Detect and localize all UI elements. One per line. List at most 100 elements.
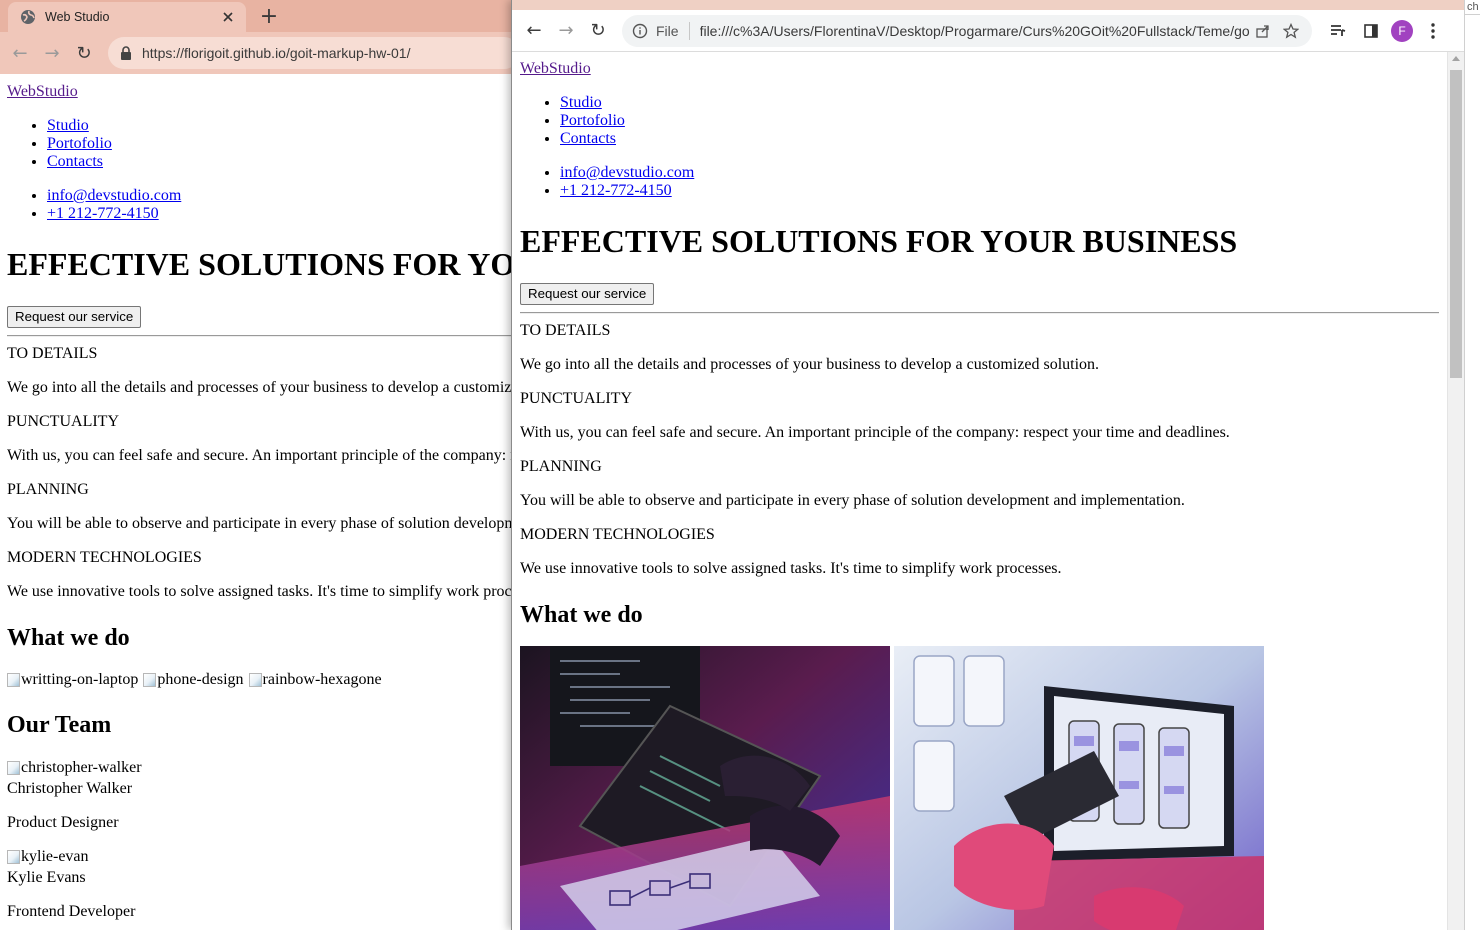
broken-image: christopher-walker	[7, 759, 142, 777]
profile-avatar[interactable]: F	[1391, 19, 1413, 42]
what-we-do-images: writting-on-laptop phone-design rainbow-…	[7, 671, 520, 689]
scroll-up-arrow-icon[interactable]	[1452, 56, 1460, 61]
broken-image-icon	[7, 673, 20, 687]
broken-image: rainbow-hexagone	[248, 671, 382, 689]
media-queue-icon[interactable]	[1326, 19, 1350, 43]
close-tab-icon[interactable]	[218, 7, 238, 27]
bookmark-star-icon[interactable]	[1276, 22, 1306, 39]
left-page-content: WebStudio Studio Portofolio Contacts inf…	[7, 83, 520, 930]
nav-link-studio[interactable]: Studio	[47, 117, 89, 134]
share-icon[interactable]	[1250, 23, 1276, 39]
edge-label: ch	[1467, 1, 1479, 13]
nav-item: Portofolio	[47, 135, 520, 153]
contact-item: info@devstudio.com	[560, 164, 1440, 182]
scrollbar-thumb[interactable]	[1450, 70, 1462, 378]
nav-link-studio[interactable]: Studio	[560, 94, 602, 111]
section-divider	[520, 312, 1439, 314]
member-name: Christopher Walker	[7, 780, 133, 797]
team-member: christopher-walker Christopher Walker Pr…	[7, 759, 520, 832]
nav-item: Studio	[560, 94, 1440, 112]
feature-title: PLANNING	[7, 481, 89, 498]
email-link[interactable]: info@devstudio.com	[560, 164, 694, 181]
member-role: Frontend Developer	[7, 903, 136, 920]
phone-link[interactable]: +1 212-772-4150	[47, 205, 159, 222]
feature-text: We use innovative tools to solve assigne…	[520, 560, 1062, 577]
left-address-bar[interactable]: https://florigoit.github.io/goit-markup-…	[108, 37, 520, 69]
section-divider	[7, 335, 520, 337]
broken-image: phone-design	[143, 671, 244, 689]
broken-image-icon	[7, 761, 20, 775]
phone-design-photo	[894, 646, 1264, 930]
reload-icon[interactable]: ↻	[70, 39, 98, 67]
back-arrow-icon[interactable]: ←	[520, 17, 548, 45]
contacts-list: info@devstudio.com +1 212-772-4150	[520, 164, 1440, 200]
feature-title: PUNCTUALITY	[520, 390, 632, 407]
left-tab-strip: Web Studio +	[0, 0, 520, 32]
nav-link-contacts[interactable]: Contacts	[560, 130, 616, 147]
feature-text: We use innovative tools to solve assigne…	[7, 583, 520, 600]
contact-item: info@devstudio.com	[47, 187, 520, 205]
edge-divider	[1465, 14, 1480, 15]
file-scheme-label: File	[656, 22, 679, 39]
nav-link-contacts[interactable]: Contacts	[47, 153, 103, 170]
left-tab-title: Web Studio	[45, 10, 110, 24]
right-address-bar[interactable]: File file:///c%3A/Users/FlorentinaV/Desk…	[622, 14, 1312, 47]
phone-link[interactable]: +1 212-772-4150	[560, 182, 672, 199]
back-arrow-icon[interactable]: ←	[6, 39, 34, 67]
nav-item: Studio	[47, 117, 520, 135]
feature-text: With us, you can feel safe and secure. A…	[520, 424, 1230, 441]
lock-icon	[120, 46, 132, 60]
menu-kebab-icon[interactable]	[1423, 19, 1443, 43]
request-service-button[interactable]: Request our service	[7, 306, 142, 328]
hero-title: EFFECTIVE SOLUTIONS FOR YOUR BUSINESS	[7, 246, 520, 282]
team-member: kylie-evan Kylie Evans Frontend Develope…	[7, 848, 520, 921]
reload-icon[interactable]: ↻	[584, 17, 612, 45]
hero-title: EFFECTIVE SOLUTIONS FOR YOUR BUSINESS	[520, 223, 1238, 259]
feature-text: With us, you can feel safe and secure. A…	[7, 447, 520, 464]
request-service-button[interactable]: Request our service	[520, 283, 655, 305]
writing-on-laptop-photo	[520, 646, 890, 930]
info-icon	[632, 23, 648, 39]
scrollbar-track[interactable]	[1447, 52, 1464, 930]
image-alt-text: christopher-walker	[21, 759, 142, 776]
team-title: Our Team	[7, 712, 112, 738]
member-role: Product Designer	[7, 814, 119, 831]
forward-arrow-icon[interactable]: →	[38, 39, 66, 67]
right-toolbar: ← → ↻ File file:///c%3A/Users/Florentina…	[512, 10, 1464, 52]
what-we-do-images	[520, 646, 1440, 930]
main-nav: Studio Portofolio Contacts	[7, 117, 520, 171]
image-alt-text: kylie-evan	[21, 848, 89, 865]
forward-arrow-icon[interactable]: →	[552, 17, 580, 45]
feature-title: PLANNING	[520, 458, 602, 475]
contacts-list: info@devstudio.com +1 212-772-4150	[7, 187, 520, 223]
what-we-do-title: What we do	[520, 602, 643, 628]
feature-title: MODERN TECHNOLOGIES	[7, 549, 202, 566]
feature-title: TO DETAILS	[520, 322, 611, 339]
globe-icon	[20, 9, 36, 25]
left-toolbar: ← → ↻ https://florigoit.github.io/goit-m…	[0, 32, 520, 74]
right-browser-window: ← → ↻ File file:///c%3A/Users/Florentina…	[511, 0, 1464, 930]
nav-link-portofolio[interactable]: Portofolio	[560, 112, 625, 129]
nav-link-portofolio[interactable]: Portofolio	[47, 135, 112, 152]
feature-text: We go into all the details and processes…	[520, 356, 1100, 373]
broken-image-icon	[143, 673, 157, 687]
left-url-text: https://florigoit.github.io/goit-markup-…	[142, 45, 411, 61]
broken-image-icon	[7, 850, 20, 864]
scheme-divider	[688, 21, 690, 40]
side-panel-icon[interactable]	[1359, 19, 1383, 43]
site-logo-link[interactable]: WebStudio	[7, 83, 78, 100]
left-browser-window: Web Studio + ← → ↻ https://florigoit.git…	[0, 0, 520, 930]
left-active-tab[interactable]: Web Studio	[8, 2, 246, 32]
nav-item: Portofolio	[560, 112, 1440, 130]
nav-item: Contacts	[47, 153, 520, 171]
site-logo-link[interactable]: WebStudio	[520, 60, 591, 77]
right-url-text: file:///c%3A/Users/FlorentinaV/Desktop/P…	[699, 22, 1250, 39]
feature-text: You will be able to observe and particip…	[520, 492, 1185, 509]
contact-item: +1 212-772-4150	[47, 205, 520, 223]
new-tab-button[interactable]: +	[256, 3, 282, 29]
feature-title: MODERN TECHNOLOGIES	[520, 526, 715, 543]
contact-item: +1 212-772-4150	[560, 182, 1440, 200]
feature-text: You will be able to observe and particip…	[7, 515, 520, 532]
feature-text: We go into all the details and processes…	[7, 379, 520, 396]
email-link[interactable]: info@devstudio.com	[47, 187, 181, 204]
